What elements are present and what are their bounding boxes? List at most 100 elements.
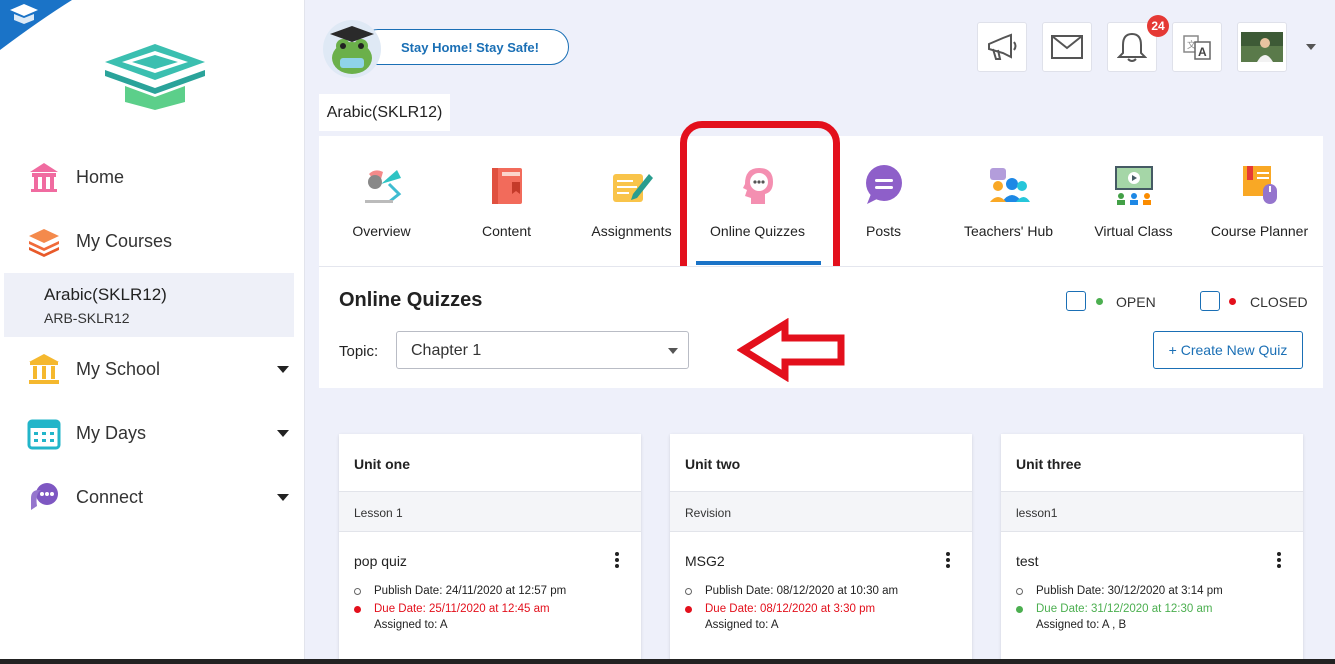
publish-dot-icon: [354, 587, 361, 595]
status-dot-icon: [354, 605, 361, 613]
chat-bubble-icon: [866, 165, 902, 204]
lesson-title: Revision: [685, 506, 732, 520]
arrow-left-icon: [737, 318, 845, 382]
tool-label: Overview: [352, 223, 411, 239]
assigned-to: Assigned to: A: [705, 619, 779, 631]
sidebar: Home My Courses Arabic(SKLR12) ARB-SKLR1…: [0, 0, 305, 664]
tool-label: Assignments: [591, 223, 672, 239]
translate-icon: 文A: [1183, 35, 1211, 60]
tool-teachers-hub[interactable]: Teachers' Hub: [946, 136, 1071, 266]
publish-dot-icon: [1016, 587, 1023, 595]
connect-icon: [26, 479, 62, 515]
create-new-quiz-button[interactable]: + Create New Quiz: [1153, 331, 1303, 369]
assigned-to: Assigned to: A , B: [1036, 619, 1127, 631]
more-options-icon[interactable]: [613, 552, 621, 572]
announcements-button[interactable]: [977, 22, 1027, 72]
more-options-icon[interactable]: [944, 552, 952, 572]
course-breadcrumb-tab[interactable]: Arabic(SKLR12): [319, 94, 450, 131]
chevron-down-icon[interactable]: [277, 365, 289, 373]
assigned-to: Assigned to: A: [374, 619, 448, 631]
more-options-icon[interactable]: [1275, 552, 1283, 572]
messages-button[interactable]: [1042, 22, 1092, 72]
tool-course-planner[interactable]: Course Planner: [1197, 136, 1322, 266]
quiz-card: Unit one Lesson 1 pop quiz Publish Date:…: [339, 434, 641, 664]
nav-my-courses[interactable]: My Courses: [0, 213, 305, 269]
status-dot-icon: [685, 605, 692, 613]
tool-label: Teachers' Hub: [963, 223, 1054, 239]
chevron-down-icon: [668, 348, 678, 354]
topic-label: Topic:: [339, 343, 379, 360]
app-badge-icon[interactable]: [0, 0, 72, 50]
school-logo: [105, 44, 205, 110]
book-icon: [492, 168, 522, 204]
publish-date: Publish Date: 30/12/2020 at 3:14 pm: [1016, 585, 1223, 597]
stay-safe-text: Stay Home! Stay Safe!: [401, 40, 539, 55]
mail-icon: [1051, 35, 1083, 59]
unit-header: Unit three: [1001, 434, 1303, 492]
due-date-text: Due Date: 25/11/2020 at 12:45 am: [374, 603, 550, 615]
lesson-title: Lesson 1: [354, 506, 403, 520]
assignment-icon: [613, 174, 653, 202]
nav-connect[interactable]: Connect: [0, 469, 305, 525]
quiz-card: Unit three lesson1 test Publish Date: 30…: [1001, 434, 1303, 664]
nav-my-days[interactable]: My Days: [0, 405, 305, 461]
closed-filter-checkbox[interactable]: [1200, 291, 1220, 311]
due-date-text: Due Date: 08/12/2020 at 3:30 pm: [705, 603, 876, 615]
course-name: Arabic(SKLR12): [44, 285, 167, 304]
chevron-down-icon[interactable]: [277, 429, 289, 437]
publish-date-text: Publish Date: 24/11/2020 at 12:57 pm: [374, 585, 567, 597]
quiz-title[interactable]: test: [1016, 553, 1039, 569]
planner-icon: [1243, 166, 1277, 204]
lesson-title: lesson1: [1016, 506, 1058, 520]
tool-label: Course Planner: [1210, 223, 1309, 239]
open-filter-label: OPEN: [1116, 294, 1156, 310]
tool-content[interactable]: Content: [444, 136, 569, 266]
stay-safe-banner[interactable]: Stay Home! Stay Safe!: [360, 29, 569, 65]
tool-virtual-class[interactable]: Virtual Class: [1071, 136, 1196, 266]
tool-assignments[interactable]: Assignments: [569, 136, 694, 266]
nav-label: Connect: [76, 486, 144, 507]
quiz-title[interactable]: pop quiz: [354, 553, 407, 569]
publish-date-text: Publish Date: 30/12/2020 at 3:14 pm: [1036, 585, 1223, 597]
profile-button[interactable]: [1237, 22, 1287, 72]
open-filter-checkbox[interactable]: [1066, 291, 1086, 311]
teachers-group-icon: [990, 168, 1030, 202]
publish-date: Publish Date: 08/12/2020 at 10:30 am: [685, 585, 898, 597]
profile-avatar: [1241, 32, 1283, 62]
virtual-class-icon: [1115, 166, 1153, 205]
nav-home[interactable]: Home: [0, 149, 305, 205]
publish-date-text: Publish Date: 08/12/2020 at 10:30 am: [705, 585, 899, 597]
chevron-down-icon[interactable]: [277, 493, 289, 501]
bell-icon: [1117, 32, 1147, 62]
chevron-down-icon[interactable]: [1306, 44, 1316, 50]
unit-title: Unit one: [354, 456, 410, 472]
language-button[interactable]: 文A: [1172, 22, 1222, 72]
due-date: Due Date: 31/12/2020 at 12:30 am: [1016, 603, 1212, 615]
megaphone-icon: [988, 33, 1017, 60]
topic-select[interactable]: Chapter 1: [396, 331, 689, 369]
calendar-icon: [26, 415, 62, 451]
status-dot-icon: [1016, 605, 1023, 613]
tool-label: Virtual Class: [1094, 223, 1173, 239]
quiz-title[interactable]: MSG2: [685, 553, 725, 569]
nav-label: My School: [76, 358, 161, 379]
unit-title: Unit two: [685, 456, 741, 472]
overview-icon: [365, 170, 402, 204]
mascot-avatar: [322, 20, 382, 78]
page-title: Online Quizzes: [339, 289, 483, 311]
tool-overview[interactable]: Overview: [319, 136, 444, 266]
closed-filter-label: CLOSED: [1250, 294, 1308, 310]
sidebar-course-item[interactable]: Arabic(SKLR12) ARB-SKLR12: [4, 273, 294, 337]
nav-my-school[interactable]: My School: [0, 341, 305, 397]
publish-date: Publish Date: 24/11/2020 at 12:57 pm: [354, 585, 566, 597]
unit-header: Unit two: [670, 434, 972, 492]
nav-label: Home: [76, 166, 125, 187]
lesson-header: lesson1: [1001, 492, 1303, 532]
publish-dot-icon: [685, 587, 692, 595]
lesson-header: Lesson 1: [339, 492, 641, 532]
topic-selected-value: Chapter 1: [411, 342, 482, 359]
open-dot-icon: [1096, 298, 1103, 305]
nav-label: My Days: [76, 422, 147, 443]
courses-icon: [26, 223, 62, 259]
svg-text:A: A: [1198, 45, 1207, 59]
